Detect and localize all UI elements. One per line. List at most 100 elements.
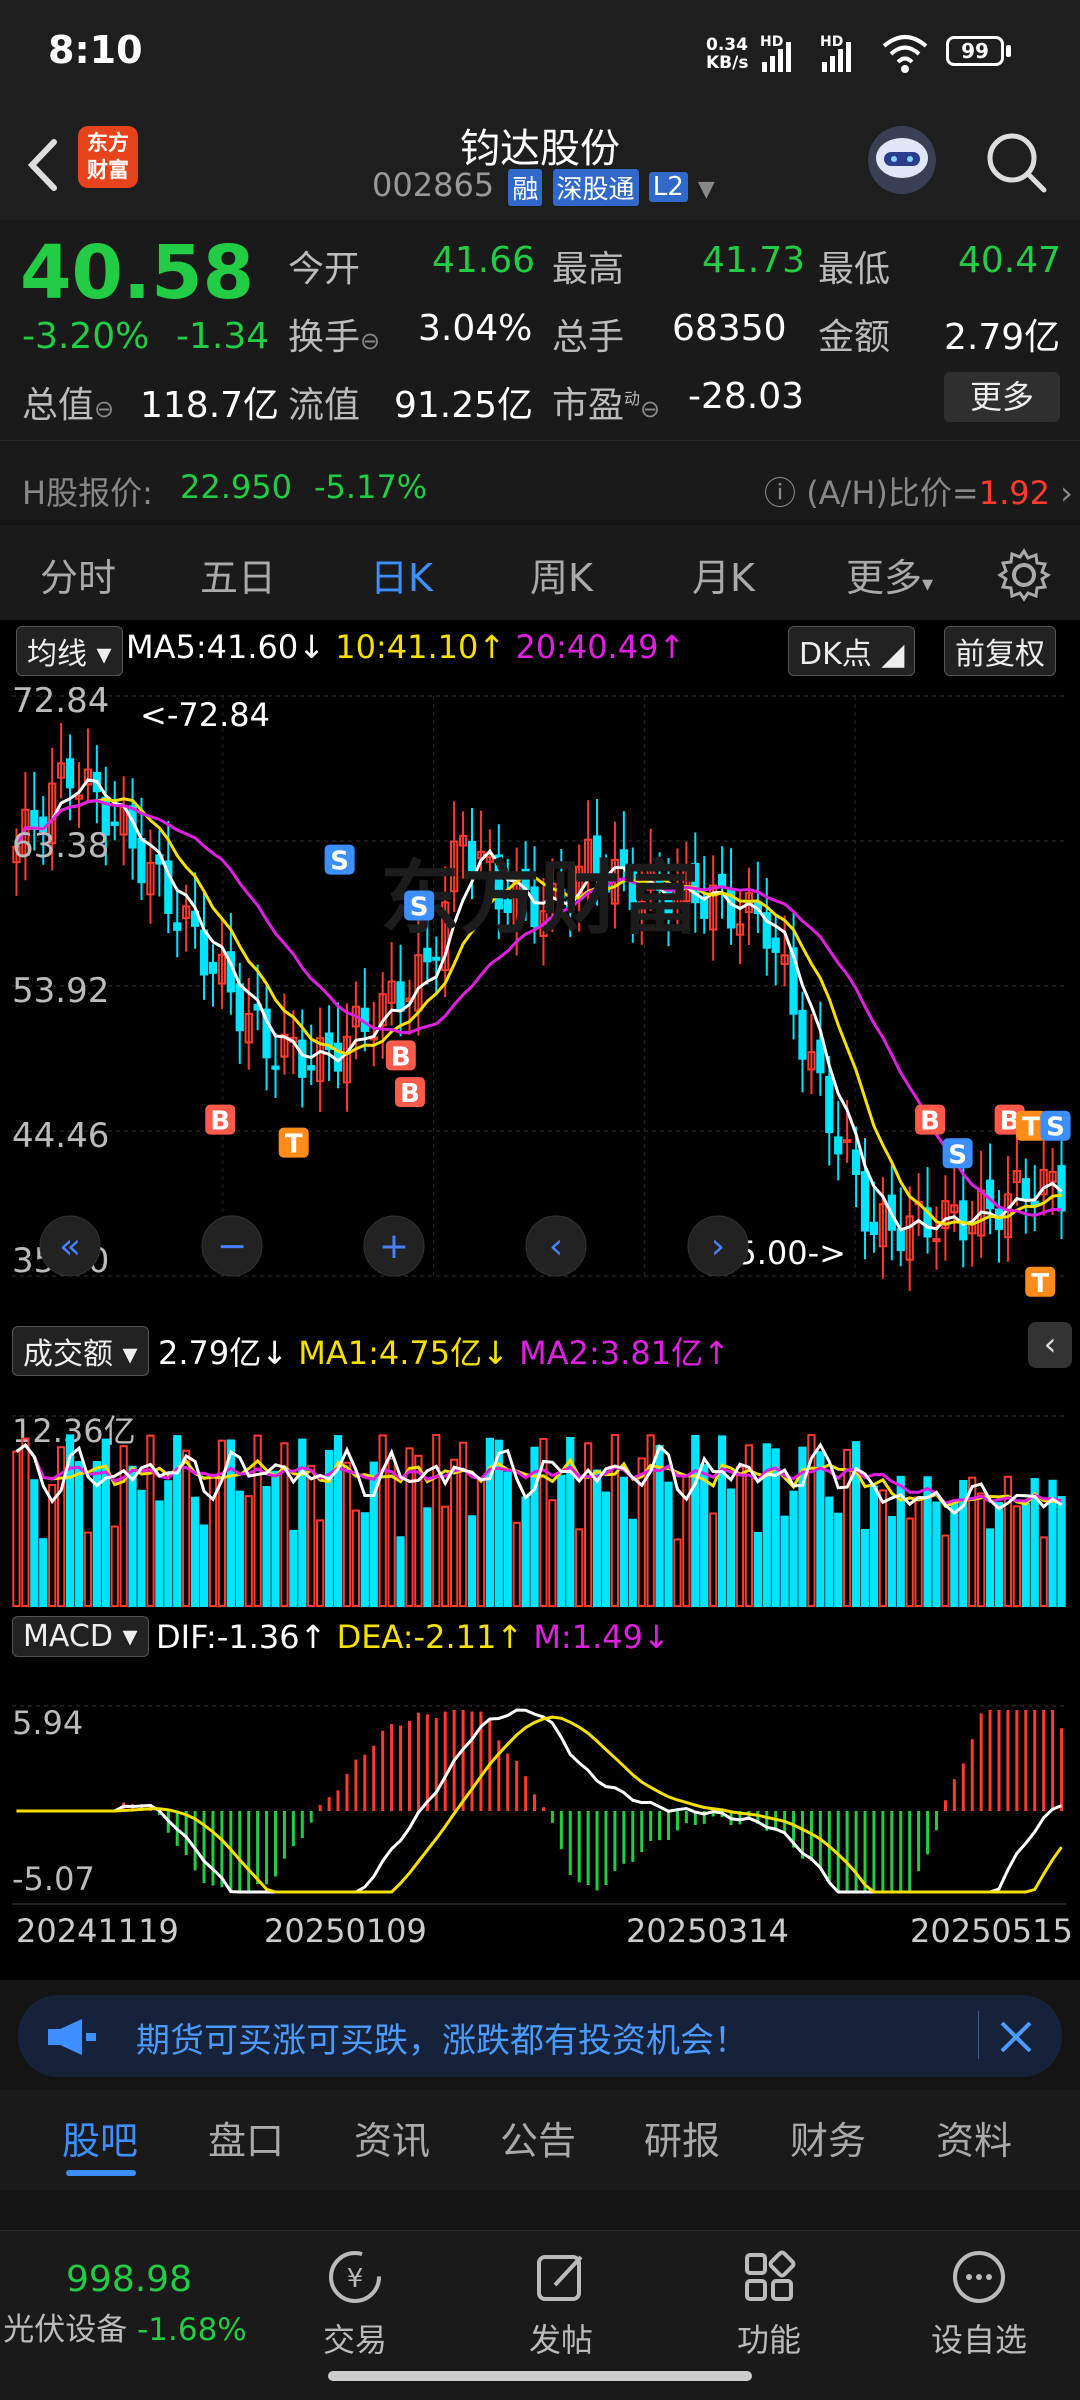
candle-body bbox=[271, 1065, 280, 1070]
adjust-button[interactable]: 前复权 bbox=[944, 626, 1056, 676]
tab-orderbook[interactable]: 盘口 bbox=[208, 2110, 284, 2165]
tab-announcements[interactable]: 公告 bbox=[500, 2110, 576, 2165]
volume-bar bbox=[467, 1515, 477, 1608]
volume-bar bbox=[316, 1519, 325, 1608]
volume-bar bbox=[575, 1528, 584, 1607]
macd-indicator-select[interactable]: MACD ▾ bbox=[12, 1616, 149, 1657]
volume-bar bbox=[878, 1489, 888, 1608]
chart-nav-icon: « bbox=[59, 1226, 81, 1267]
amount-label: 金额 bbox=[818, 317, 891, 358]
tab-monthly-k[interactable]: 月K bbox=[692, 547, 755, 602]
volume-bar bbox=[521, 1496, 530, 1608]
ah-ratio[interactable]: ⓘ (A/H)比价=1.92 › bbox=[764, 468, 1073, 514]
turnover-label: 换手⊖ bbox=[288, 317, 381, 358]
sector-index[interactable]: 998.98 光伏设备 -1.68% bbox=[0, 2259, 250, 2349]
nav-trade[interactable]: ¥ 交易 bbox=[300, 2247, 410, 2361]
svg-text:HD: HD bbox=[760, 34, 783, 50]
volume-bar bbox=[244, 1495, 253, 1607]
signal-marker-label: S bbox=[330, 847, 349, 877]
chart-nav-icon: + bbox=[379, 1226, 409, 1267]
nav-post[interactable]: 发帖 bbox=[506, 2247, 616, 2361]
trade-icon: ¥ bbox=[329, 2251, 381, 2303]
volume-bar bbox=[110, 1525, 119, 1607]
battery-icon: 99 bbox=[946, 36, 1004, 66]
stock-code: 002865 bbox=[372, 166, 495, 204]
tab-more[interactable]: 更多▾ bbox=[846, 547, 933, 602]
search-icon[interactable] bbox=[982, 128, 1052, 198]
ma-indicator-select[interactable]: 均线 ▾ bbox=[16, 626, 123, 676]
macd-legend: DIF:-1.36↑ DEA:-2.11↑ M:1.49↓ bbox=[156, 1618, 670, 1656]
low-label: 最低 bbox=[818, 249, 891, 290]
collapse-chevron-icon[interactable]: ‹ bbox=[1028, 1322, 1072, 1368]
volume-label: 总手 bbox=[552, 317, 625, 358]
more-button[interactable]: 更多 bbox=[944, 372, 1060, 422]
volume-bar bbox=[307, 1465, 316, 1607]
close-icon[interactable] bbox=[996, 2017, 1036, 2057]
network-speed: 0.34 KB/s bbox=[706, 35, 749, 73]
tab-intraday[interactable]: 分时 bbox=[40, 547, 116, 602]
volume-value: 68350 bbox=[672, 308, 787, 349]
volume-bar bbox=[441, 1505, 450, 1608]
stock-code-row: 002865 融 深股通 L2 ▼ bbox=[372, 166, 715, 206]
dk-point-button[interactable]: DK点 ◢ bbox=[788, 626, 916, 676]
tab-news[interactable]: 资讯 bbox=[354, 2110, 430, 2165]
tab-forum[interactable]: 股吧 bbox=[62, 2110, 138, 2165]
nav-add-watchlist[interactable]: 设自选 bbox=[914, 2247, 1044, 2361]
volume-bar bbox=[753, 1531, 762, 1607]
header-bar: 东方 财富 钧达股份 002865 融 深股通 L2 ▼ bbox=[0, 110, 1080, 220]
settings-gear-icon[interactable] bbox=[996, 547, 1052, 603]
candle-body bbox=[843, 1139, 852, 1144]
nav-functions[interactable]: 功能 bbox=[714, 2247, 824, 2361]
megaphone-icon bbox=[48, 2019, 96, 2055]
candle-body bbox=[959, 1200, 968, 1241]
volume-bar bbox=[610, 1434, 620, 1607]
volume-bar bbox=[226, 1439, 235, 1608]
candle-body bbox=[851, 1149, 861, 1176]
period-tabs: 分时 五日 日K 周K 月K 更多▾ bbox=[0, 525, 1080, 620]
candle-body bbox=[307, 1065, 316, 1071]
dropdown-caret-icon[interactable]: ▼ bbox=[698, 177, 715, 202]
tag-l2: L2 bbox=[648, 172, 688, 202]
volume-bar bbox=[12, 1450, 21, 1607]
volume-bar bbox=[735, 1465, 745, 1607]
tab-daily-k[interactable]: 日K bbox=[370, 547, 433, 602]
volume-bar bbox=[137, 1489, 146, 1607]
candle-body bbox=[869, 1221, 879, 1235]
volume-bar bbox=[30, 1479, 39, 1607]
tab-weekly-k[interactable]: 周K bbox=[530, 547, 593, 602]
volume-bar bbox=[423, 1507, 432, 1608]
volume-bar bbox=[369, 1461, 378, 1607]
change-pct: -3.20% bbox=[22, 316, 150, 357]
futures-promo-banner[interactable]: 期货可买涨可买跌，涨跌都有投资机会！ bbox=[18, 1995, 1062, 2077]
volume-bar bbox=[289, 1529, 298, 1607]
volume-indicator-select[interactable]: 成交额 ▾ bbox=[12, 1326, 149, 1376]
candle-body bbox=[423, 947, 432, 963]
candle-body bbox=[825, 1075, 834, 1133]
mktcap-label: 总值⊖ bbox=[22, 385, 115, 426]
macd-dif-line bbox=[16, 1708, 1063, 1894]
svg-text:HD: HD bbox=[820, 34, 843, 50]
tab-five-day[interactable]: 五日 bbox=[200, 547, 276, 602]
more-dots-icon bbox=[953, 2251, 1005, 2303]
volume-bar bbox=[726, 1488, 736, 1608]
tab-research[interactable]: 研报 bbox=[644, 2110, 720, 2165]
volume-bar bbox=[74, 1461, 84, 1608]
price-tick-label: 72.84 bbox=[12, 681, 109, 721]
volume-bar bbox=[128, 1465, 137, 1607]
volume-bar bbox=[941, 1534, 950, 1608]
candle-body bbox=[199, 929, 209, 976]
volume-bar bbox=[1039, 1536, 1048, 1607]
volume-bar bbox=[700, 1464, 709, 1607]
candle-body bbox=[110, 821, 119, 826]
volume-bar bbox=[691, 1434, 700, 1608]
tab-profile[interactable]: 资料 bbox=[936, 2110, 1012, 2165]
x-label-1: 20250109 bbox=[264, 1912, 427, 1950]
signal-marker-label: B bbox=[210, 1107, 230, 1137]
robot-avatar-icon[interactable] bbox=[862, 120, 942, 200]
mktcap-value: 118.7亿 bbox=[140, 385, 280, 426]
volume-bar bbox=[387, 1457, 396, 1607]
tab-finance[interactable]: 财务 bbox=[790, 2110, 866, 2165]
kline-chart-area[interactable]: 均线 ▾ MA5:41.60↓ 10:41.10↑ 20:40.49↑ DK点 … bbox=[0, 620, 1080, 1980]
volume-bar bbox=[190, 1496, 200, 1607]
tag-connect: 深股通 bbox=[552, 168, 639, 206]
